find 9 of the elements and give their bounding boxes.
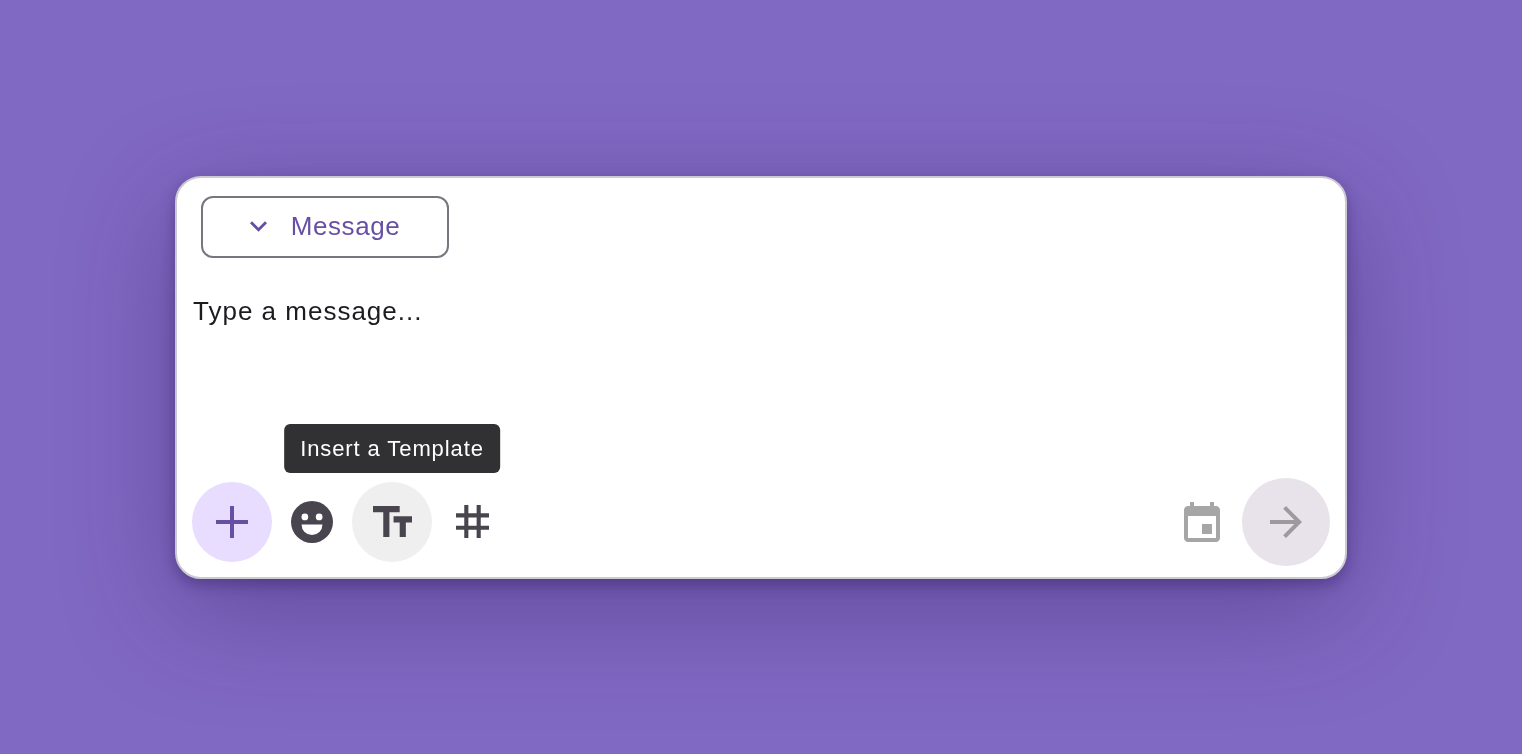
- tooltip: Insert a Template: [284, 423, 500, 473]
- text-size-icon: [372, 506, 412, 537]
- message-composer[interactable]: Message Type a message... Insert a Template: [175, 175, 1347, 579]
- message-type-dropdown[interactable]: Message: [201, 195, 449, 258]
- calendar-icon: [1184, 501, 1220, 542]
- hashtag-icon: [455, 505, 489, 538]
- smiley-icon: [291, 500, 333, 543]
- arrow-right-icon: [1270, 505, 1302, 538]
- plus-icon: [216, 505, 248, 538]
